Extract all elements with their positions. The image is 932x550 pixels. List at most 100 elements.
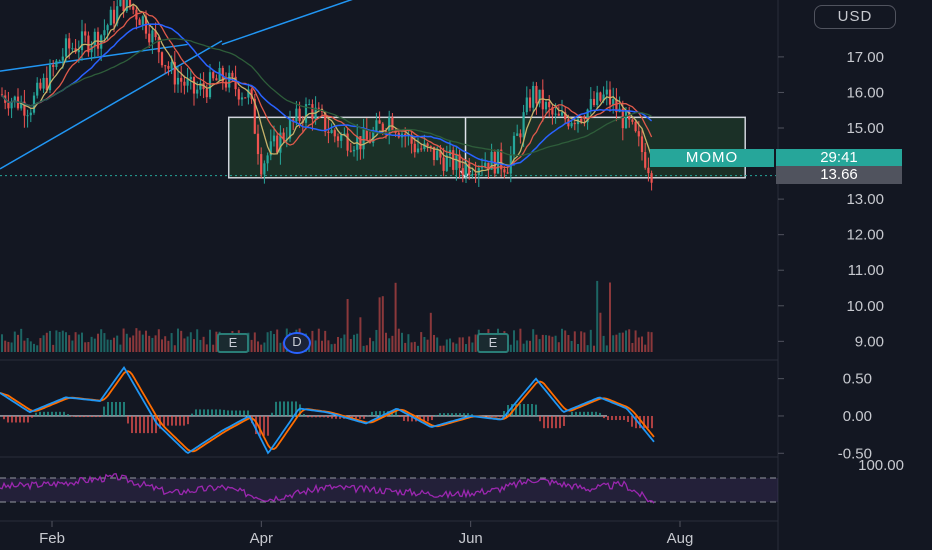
macd-histogram-bar: [499, 415, 501, 418]
macd-histogram-bar: [459, 413, 461, 416]
volume-bar: [7, 341, 10, 352]
volume-bar: [199, 339, 202, 352]
y-tick-label: 0.00: [843, 408, 872, 425]
volume-bar: [276, 329, 279, 352]
y-tick-label: 100.00: [858, 457, 904, 474]
macd-histogram-bar: [51, 411, 53, 416]
volume-bar: [68, 335, 71, 352]
volume-bar: [346, 299, 349, 352]
volume-bar: [589, 329, 592, 352]
volume-bar: [145, 330, 147, 352]
volume-bar: [180, 330, 183, 352]
x-tick-label: Jun: [459, 530, 483, 547]
candle-body: [132, 6, 135, 10]
candle-body: [416, 148, 420, 153]
candle-body: [599, 92, 602, 101]
volume-bar: [349, 338, 352, 352]
volume-bar: [135, 328, 138, 352]
macd-histogram-bar: [47, 411, 49, 416]
candle-body: [256, 133, 260, 155]
volume-bar: [161, 339, 163, 352]
volume-bar: [455, 343, 458, 352]
volume-bar: [513, 330, 515, 352]
candle-body: [96, 31, 100, 49]
volume-bar: [321, 340, 323, 352]
volume-bar: [391, 335, 394, 352]
candle-body: [148, 33, 151, 43]
volume-bar: [433, 334, 435, 352]
candle-body: [228, 72, 231, 88]
macd-histogram-bar: [271, 412, 273, 416]
volume-bar: [209, 329, 211, 352]
currency-button[interactable]: USD: [814, 5, 896, 29]
macd-histogram-bar: [75, 415, 77, 418]
candle-body: [189, 77, 192, 80]
macd-histogram-bar: [303, 414, 305, 416]
candle-body: [298, 108, 301, 121]
candle-body: [631, 119, 634, 122]
macd-histogram-bar: [239, 410, 241, 416]
volume-bar: [628, 329, 631, 352]
earnings-event-icon[interactable]: E: [477, 333, 509, 353]
volume-bar: [429, 312, 432, 352]
y-tick-label: 15.00: [846, 120, 884, 137]
macd-histogram-bar: [535, 404, 537, 416]
candle-body: [176, 77, 180, 85]
volume-bar: [273, 334, 275, 352]
candle-body: [231, 72, 234, 77]
candle-body: [589, 98, 592, 110]
macd-histogram-bar: [167, 415, 169, 426]
volume-bar: [324, 330, 327, 352]
volume-bar: [509, 344, 512, 352]
volume-bar: [58, 331, 61, 352]
macd-histogram-bar: [123, 401, 125, 416]
volume-bar: [618, 332, 621, 352]
earnings-event-icon[interactable]: E: [217, 333, 249, 353]
macd-histogram-bar: [467, 413, 469, 416]
macd-histogram-bar: [335, 415, 337, 419]
candle-body: [471, 174, 474, 176]
macd-histogram-bar: [211, 409, 213, 416]
candle-body: [349, 150, 352, 152]
macd-histogram-bar: [195, 409, 197, 416]
macd-histogram-bar: [127, 415, 129, 424]
candle-body: [544, 102, 548, 110]
candle-body: [528, 97, 532, 108]
macd-histogram-bar: [543, 415, 545, 429]
candle-body: [413, 143, 416, 153]
volume-bar: [637, 337, 640, 352]
volume-bar: [449, 338, 451, 352]
volume-bar: [359, 317, 362, 352]
volume-bar: [365, 345, 368, 352]
volume-bar: [548, 335, 551, 352]
candle-body: [442, 157, 445, 171]
volume-bar: [356, 333, 359, 352]
macd-histogram-bar: [291, 401, 293, 416]
volume-bar: [97, 333, 99, 352]
volume-bar: [52, 344, 55, 352]
volume-bar: [602, 335, 605, 352]
volume-bar: [442, 345, 445, 352]
volume-bar: [532, 329, 535, 352]
volume-bar: [119, 344, 122, 352]
macd-histogram-bar: [463, 413, 465, 416]
candle-body: [420, 148, 423, 150]
candle-body: [272, 135, 276, 142]
volume-bar: [212, 344, 215, 352]
candle-body: [532, 85, 535, 108]
macd-histogram-bar: [15, 415, 17, 423]
volume-bar: [586, 345, 589, 352]
dividend-event-icon[interactable]: D: [283, 332, 311, 354]
macd-histogram-bar: [519, 404, 521, 416]
macd-histogram-bar: [379, 411, 381, 416]
candle-body: [122, 0, 125, 12]
macd-histogram-bar: [315, 415, 317, 418]
candle-body: [570, 123, 573, 127]
candle-body: [237, 89, 240, 100]
candle-body: [186, 79, 189, 86]
candle-body: [205, 89, 208, 98]
candle-body: [634, 121, 637, 132]
macd-histogram-bar: [523, 404, 525, 416]
macd-histogram-bar: [495, 415, 497, 418]
macd-histogram-bar: [199, 409, 201, 416]
